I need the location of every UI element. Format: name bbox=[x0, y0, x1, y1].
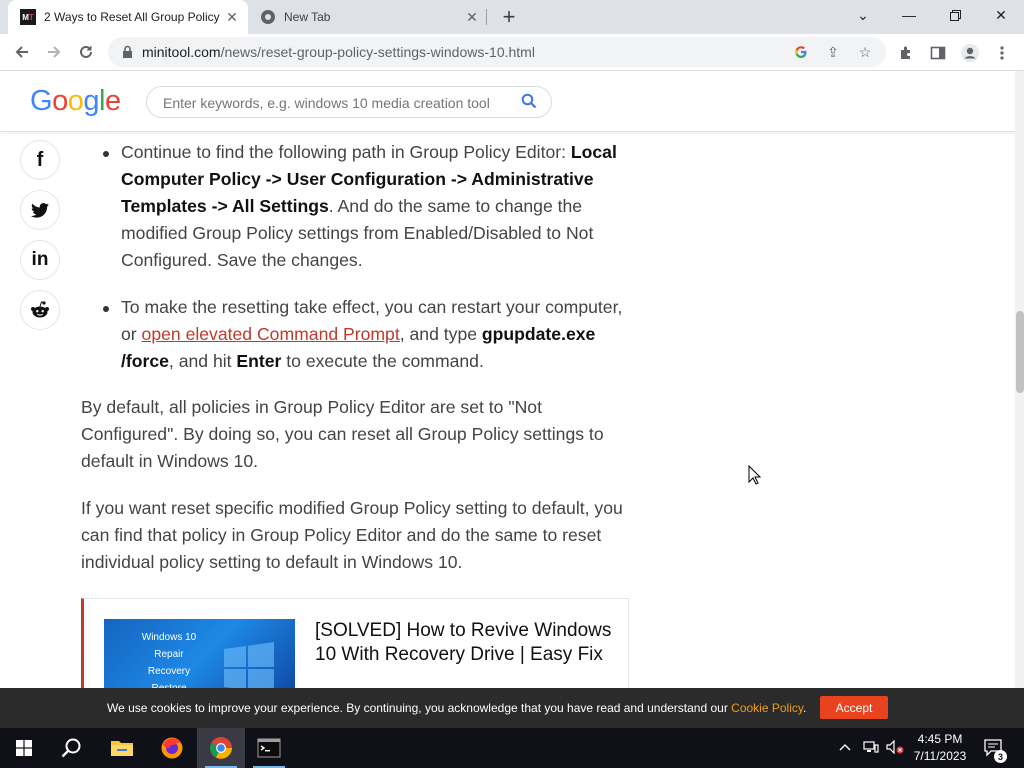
twitter-icon bbox=[31, 202, 49, 218]
chrome-icon bbox=[210, 737, 232, 759]
browser-toolbar: minitool.com/news/reset-group-policy-set… bbox=[0, 34, 1024, 71]
close-window-button[interactable]: ✕ bbox=[978, 0, 1024, 30]
steps-list: Continue to find the following path in G… bbox=[101, 139, 631, 274]
article-content: f in Continue to find the following path… bbox=[0, 132, 1015, 688]
extensions-icon[interactable] bbox=[895, 42, 917, 64]
url-text: minitool.com/news/reset-group-policy-set… bbox=[142, 44, 535, 60]
taskbar-file-explorer[interactable] bbox=[98, 728, 146, 768]
reload-button[interactable] bbox=[72, 38, 100, 66]
related-article-title[interactable]: [SOLVED] How to Revive Windows 10 With R… bbox=[315, 619, 615, 667]
google-logo[interactable]: Google bbox=[30, 85, 121, 118]
tab-title: 2 Ways to Reset All Group Policy bbox=[44, 10, 220, 24]
cookie-message: We use cookies to improve your experienc… bbox=[107, 701, 807, 715]
cookie-banner: We use cookies to improve your experienc… bbox=[0, 688, 1024, 728]
site-search-box bbox=[146, 86, 552, 118]
paragraph: If you want reset specific modified Grou… bbox=[81, 498, 623, 572]
clock-time: 4:45 PM bbox=[917, 732, 963, 746]
facebook-icon: f bbox=[36, 148, 44, 171]
windows-start-icon bbox=[16, 740, 32, 756]
tab-separator bbox=[486, 9, 487, 25]
minitool-icon: MT bbox=[20, 9, 36, 25]
google-lens-icon[interactable] bbox=[790, 42, 812, 62]
tab-new-tab[interactable]: New Tab ✕ bbox=[248, 0, 488, 34]
cookie-policy-link[interactable]: Cookie Policy bbox=[731, 701, 803, 715]
taskbar-chrome[interactable] bbox=[197, 728, 245, 768]
address-bar[interactable]: minitool.com/news/reset-group-policy-set… bbox=[108, 37, 886, 67]
bookmark-star-icon[interactable]: ☆ bbox=[854, 42, 876, 62]
menu-kebab-icon[interactable] bbox=[991, 42, 1013, 64]
search-icon[interactable] bbox=[521, 93, 537, 114]
reddit-icon bbox=[31, 301, 49, 318]
share-icon[interactable]: ⇪ bbox=[822, 42, 844, 62]
site-search-input[interactable] bbox=[163, 95, 503, 111]
tab-minitool[interactable]: MT 2 Ways to Reset All Group Policy ✕ bbox=[8, 0, 248, 34]
tab-title: New Tab bbox=[284, 10, 331, 24]
side-panel-icon[interactable] bbox=[927, 42, 949, 64]
site-header: Google bbox=[0, 71, 1015, 132]
twitter-share-button[interactable] bbox=[20, 190, 60, 230]
notification-count-badge: 3 bbox=[994, 750, 1007, 763]
show-hidden-icons-icon[interactable] bbox=[839, 740, 851, 754]
firefox-icon bbox=[161, 737, 183, 759]
chrome-icon bbox=[261, 10, 275, 24]
taskbar-search-button[interactable] bbox=[48, 728, 96, 768]
list-item: Continue to find the following path in G… bbox=[101, 139, 631, 274]
start-button[interactable] bbox=[0, 728, 48, 768]
network-icon[interactable] bbox=[863, 740, 879, 757]
back-button[interactable] bbox=[8, 38, 36, 66]
forward-button[interactable] bbox=[40, 38, 68, 66]
close-tab-icon[interactable]: ✕ bbox=[222, 7, 242, 27]
restore-button[interactable] bbox=[932, 0, 978, 30]
linkedin-share-button[interactable]: in bbox=[20, 240, 60, 280]
clock-date: 7/11/2023 bbox=[913, 749, 967, 763]
tab-strip: MT 2 Ways to Reset All Group Policy ✕ Ne… bbox=[0, 0, 1024, 34]
scrollbar-thumb[interactable] bbox=[1016, 311, 1024, 393]
taskbar-terminal[interactable] bbox=[245, 728, 293, 768]
taskbar-firefox[interactable] bbox=[148, 728, 196, 768]
tab-search-icon[interactable]: ⌄ bbox=[840, 0, 886, 30]
windows-taskbar: 4:45 PM 7/11/2023 3 bbox=[0, 728, 1024, 768]
lock-icon bbox=[123, 45, 132, 58]
article-thumbnail[interactable]: Windows 10 Repair Recovery Restore bbox=[104, 619, 295, 688]
linkedin-icon: in bbox=[31, 249, 49, 270]
search-icon bbox=[61, 738, 81, 758]
minimize-button[interactable]: — bbox=[886, 0, 932, 30]
close-tab-icon[interactable]: ✕ bbox=[462, 7, 482, 27]
accept-cookies-button[interactable]: Accept bbox=[820, 696, 888, 719]
system-clock[interactable]: 4:45 PM 7/11/2023 bbox=[906, 731, 974, 765]
steps-list: To make the resetting take effect, you c… bbox=[101, 294, 631, 375]
paragraph: By default, all policies in Group Policy… bbox=[81, 397, 604, 471]
windows-logo-icon bbox=[224, 642, 274, 688]
folder-icon bbox=[111, 741, 133, 756]
command-prompt-link[interactable]: open elevated Command Prompt bbox=[142, 324, 400, 344]
new-tab-button[interactable]: + bbox=[497, 4, 521, 29]
profile-avatar-icon[interactable] bbox=[959, 42, 981, 64]
terminal-icon bbox=[257, 738, 281, 758]
page-scrollbar[interactable] bbox=[1015, 71, 1024, 688]
list-item: To make the resetting take effect, you c… bbox=[101, 294, 631, 375]
volume-muted-icon[interactable] bbox=[886, 739, 904, 757]
mouse-cursor-icon bbox=[748, 465, 761, 485]
related-article-card[interactable]: Windows 10 Repair Recovery Restore [SOLV… bbox=[81, 598, 629, 688]
facebook-share-button[interactable]: f bbox=[20, 140, 60, 180]
reddit-share-button[interactable] bbox=[20, 290, 60, 330]
